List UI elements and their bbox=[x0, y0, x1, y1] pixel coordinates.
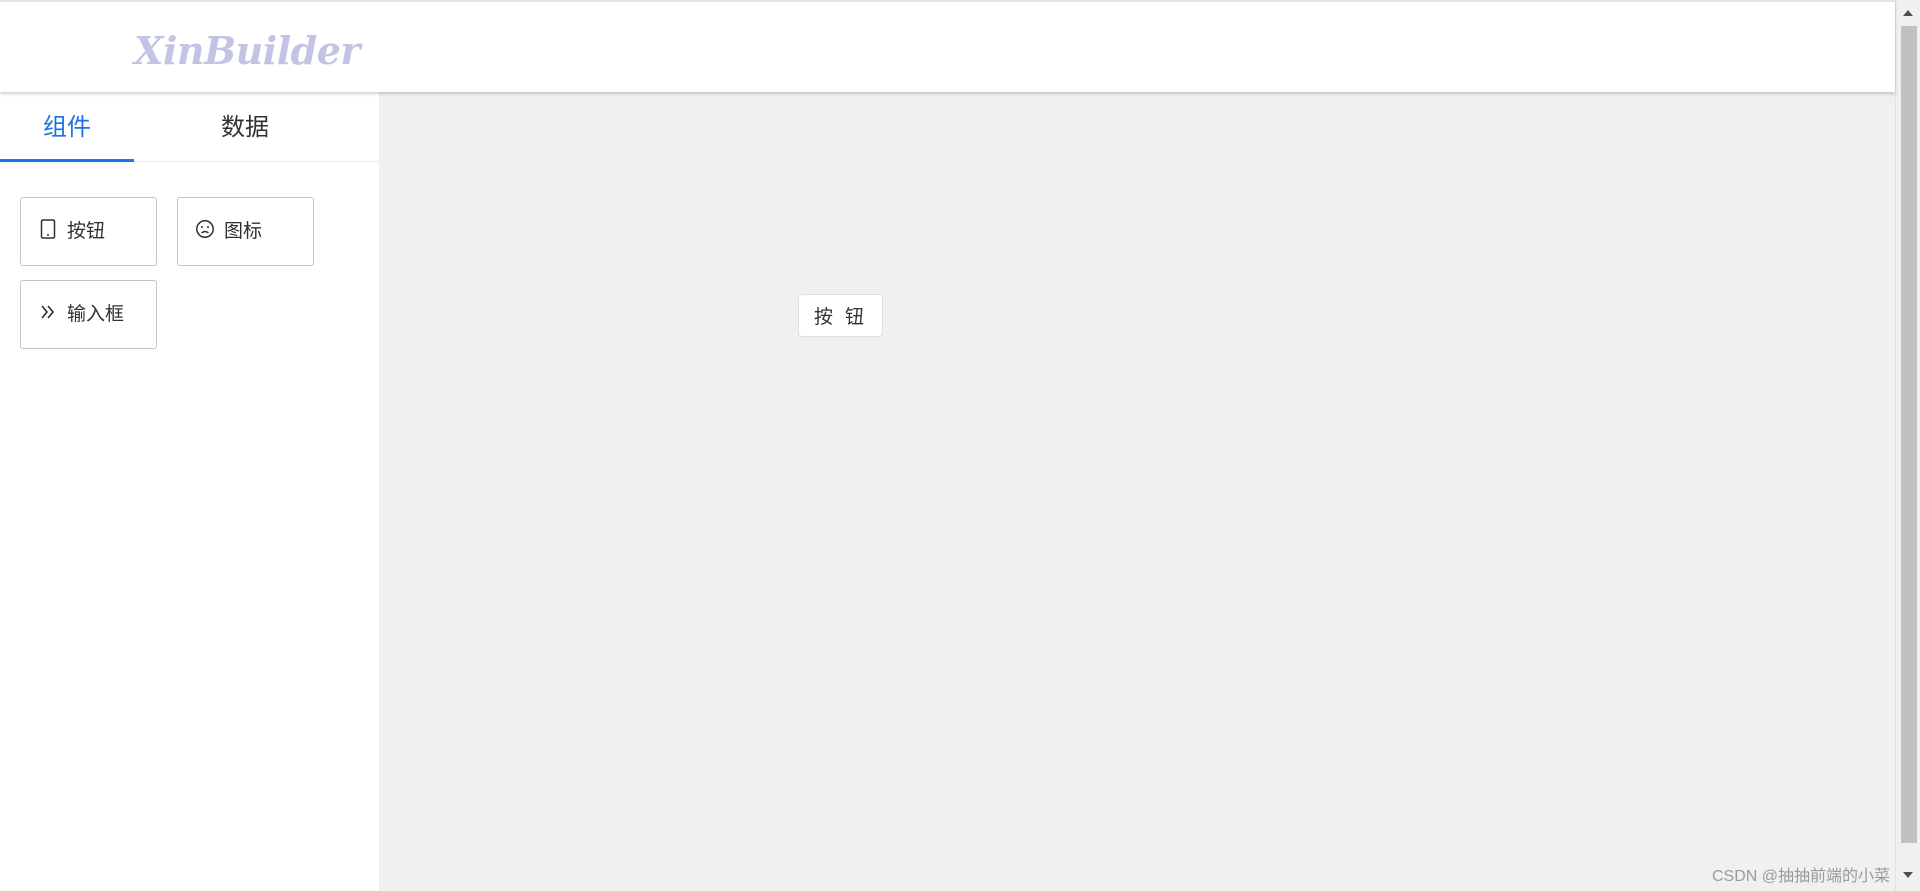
palette-item-label: 输入框 bbox=[67, 303, 125, 325]
tab-components[interactable]: 组件 bbox=[0, 92, 134, 162]
design-canvas[interactable]: 按 钮 bbox=[379, 92, 1895, 891]
app-logo[interactable]: XinBuilder bbox=[134, 28, 360, 73]
palette-item-input[interactable]: 输入框 bbox=[20, 280, 157, 349]
scroll-up-arrow-icon[interactable] bbox=[1903, 10, 1913, 16]
palette-item-label: 图标 bbox=[224, 220, 263, 242]
active-tab-indicator bbox=[0, 159, 134, 162]
double-chevron-right-icon bbox=[37, 301, 59, 323]
canvas-button-component[interactable]: 按 钮 bbox=[798, 294, 883, 337]
app-window: XinBuilder 组件 数据 按钮 图标 输入框 按 钮 CSDN @抽抽前… bbox=[0, 0, 1920, 891]
palette-item-label: 按钮 bbox=[67, 220, 106, 242]
palette-item-button[interactable]: 按钮 bbox=[20, 197, 157, 266]
sad-face-icon bbox=[194, 218, 216, 240]
sidebar-tabs: 组件 数据 bbox=[0, 92, 379, 162]
palette-item-icon[interactable]: 图标 bbox=[177, 197, 314, 266]
scrollbar-thumb[interactable] bbox=[1901, 26, 1917, 843]
top-header: XinBuilder bbox=[0, 0, 1895, 92]
mobile-device-icon bbox=[37, 218, 59, 240]
watermark: CSDN @抽抽前端的小菜 bbox=[1712, 868, 1891, 885]
vertical-scrollbar[interactable] bbox=[1895, 0, 1920, 891]
component-sidebar: 组件 数据 按钮 图标 输入框 bbox=[0, 92, 379, 891]
scroll-down-arrow-icon[interactable] bbox=[1903, 872, 1913, 878]
tab-data[interactable]: 数据 bbox=[178, 92, 312, 162]
